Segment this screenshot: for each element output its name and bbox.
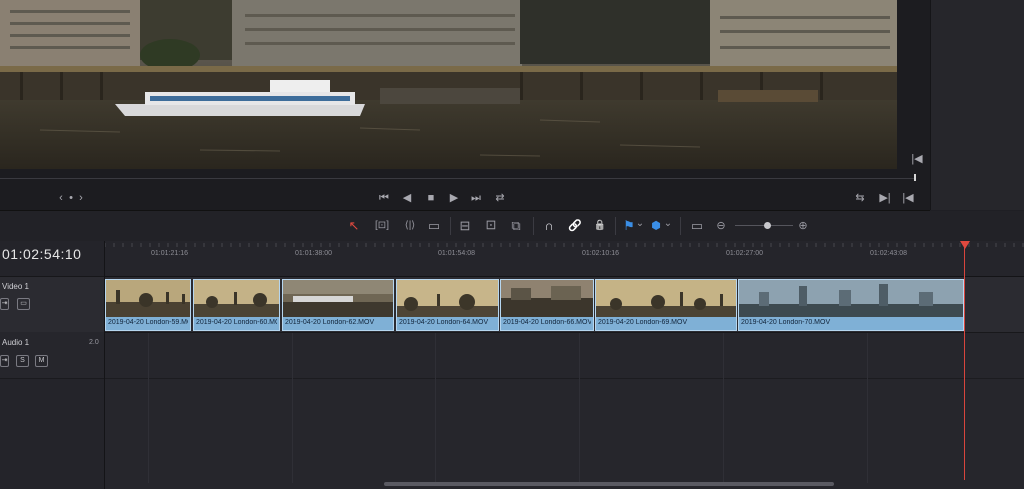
ruler-label: 01:01:38:00 <box>295 250 332 257</box>
mute-button[interactable]: M <box>35 355 48 367</box>
viewer-dot-indicator: • <box>69 192 73 204</box>
go-to-end-button[interactable]: ⏭ <box>468 191 484 205</box>
position-lock-icon[interactable]: 🔒 <box>592 218 608 234</box>
gridline <box>148 333 149 483</box>
gridline <box>579 333 580 483</box>
clip-thumbnail <box>596 280 736 317</box>
video-track-name[interactable]: Video 1 <box>2 282 29 291</box>
audio-channel-format: 2.0 <box>89 339 99 346</box>
clip-label: 2019-04-20 London-60.MOV <box>196 319 277 326</box>
zoom-slider-handle[interactable] <box>763 222 771 229</box>
marker-icon[interactable]: ⬢ <box>650 218 662 234</box>
clip-thumbnail <box>283 280 393 317</box>
video-clip[interactable]: 2019-04-20 London-59.MOV <box>105 279 191 331</box>
solo-button[interactable]: S <box>16 355 29 367</box>
flag-icon[interactable]: ⚑ <box>623 218 635 234</box>
video-clip[interactable]: 2019-04-20 London-66.MOV <box>500 279 594 331</box>
video-clip[interactable]: 2019-04-20 London-60.MOV <box>193 279 280 331</box>
dynamic-trim-icon[interactable]: ⟨|⟩ <box>398 218 422 234</box>
gridline <box>292 333 293 483</box>
step-back-button[interactable]: ◀ <box>400 191 414 205</box>
video-clip[interactable]: 2019-04-20 London-64.MOV <box>396 279 499 331</box>
zoom-out-icon[interactable]: ⊖ <box>714 218 728 234</box>
ruler-label: 01:02:10:16 <box>582 250 619 257</box>
ruler-label: 01:02:27:00 <box>726 250 763 257</box>
viewer-side-strip <box>897 0 930 169</box>
viewer-scrubber[interactable] <box>0 169 920 181</box>
selection-tool-icon[interactable]: ↖ <box>347 218 361 234</box>
frame-back-button[interactable]: |◀ <box>910 152 924 166</box>
blade-tool-icon[interactable]: ▭ <box>425 218 443 234</box>
video-clip[interactable]: 2019-04-20 London-69.MOV <box>595 279 737 331</box>
toolbar-divider <box>680 217 681 235</box>
trim-tool-icon[interactable]: [⊡] <box>370 218 394 234</box>
ruler-label: 01:01:21:16 <box>151 250 188 257</box>
clip-thumbnail <box>194 280 279 317</box>
linked-selection-icon[interactable]: 🔗 <box>567 218 583 234</box>
audio-track-lane[interactable] <box>105 333 1024 379</box>
clip-label: 2019-04-20 London-62.MOV <box>285 319 375 326</box>
video-clip[interactable]: 2019-04-20 London-70.MOV <box>738 279 964 331</box>
ruler-ticks <box>104 243 1024 247</box>
clip-label: 2019-04-20 London-59.MOV <box>108 319 188 326</box>
zoom-mode-icon[interactable]: ▭ <box>687 218 707 234</box>
clip-thumbnail <box>397 280 498 317</box>
viewer-prev-button[interactable]: ‹ <box>56 191 66 205</box>
ruler-label: 01:02:43:08 <box>870 250 907 257</box>
insert-clip-icon[interactable]: ⊟ <box>456 218 474 234</box>
playhead-handle[interactable] <box>960 241 970 249</box>
marker-dropdown-icon[interactable]: ⌄ <box>663 216 673 232</box>
clip-thumbnail <box>501 280 593 317</box>
toolbar-divider <box>533 217 534 235</box>
video-frame-image <box>0 0 897 169</box>
zoom-in-icon[interactable]: ⊕ <box>796 218 810 234</box>
track-divider <box>0 378 104 379</box>
ruler-label: 01:01:54:08 <box>438 250 475 257</box>
viewer-next-button[interactable]: › <box>76 191 86 205</box>
clip-label: 2019-04-20 London-69.MOV <box>598 319 688 326</box>
timeline-scrollbar[interactable] <box>384 482 834 486</box>
clip-label: 2019-04-20 London-66.MOV <box>503 319 591 326</box>
right-panel <box>930 0 1024 210</box>
playhead-line[interactable] <box>964 246 965 480</box>
transport-bar <box>0 181 930 211</box>
clip-thumbnail <box>106 280 190 317</box>
audio-destination-icon[interactable]: ⇥ <box>0 355 9 367</box>
gridline <box>867 333 868 483</box>
play-button[interactable]: ▶ <box>447 191 461 205</box>
clip-label: 2019-04-20 London-64.MOV <box>399 319 489 326</box>
stop-button[interactable]: ■ <box>424 191 438 205</box>
audio-track-name[interactable]: Audio 1 <box>2 338 29 347</box>
video-track-visibility-icon[interactable]: ▭ <box>17 298 30 310</box>
scrubber-track <box>0 178 916 179</box>
gridline <box>723 333 724 483</box>
clip-label: 2019-04-20 London-70.MOV <box>741 319 831 326</box>
toolbar-divider <box>615 217 616 235</box>
gridline <box>435 333 436 483</box>
loop-button[interactable]: ⇄ <box>492 191 508 205</box>
video-preview <box>0 0 897 169</box>
toolbar-divider <box>450 217 451 235</box>
timeline-timecode[interactable]: 01:02:54:10 <box>2 246 81 262</box>
prev-edit-button[interactable]: |◀ <box>900 191 916 205</box>
snapping-icon[interactable]: ∩ <box>542 218 556 234</box>
timeline-ruler[interactable] <box>104 241 1024 277</box>
go-to-start-button[interactable]: ⏮ <box>376 191 392 205</box>
next-edit-button[interactable]: ▶| <box>877 191 893 205</box>
match-frame-button[interactable]: ⇆ <box>852 191 868 205</box>
overwrite-clip-icon[interactable]: ⊡ <box>482 217 500 233</box>
clip-thumbnail <box>739 280 963 317</box>
track-destination-icon[interactable]: ⇥ <box>0 298 9 310</box>
video-clip[interactable]: 2019-04-20 London-62.MOV <box>282 279 394 331</box>
flag-dropdown-icon[interactable]: ⌄ <box>635 216 645 232</box>
replace-clip-icon[interactable]: ⧉ <box>507 218 525 234</box>
